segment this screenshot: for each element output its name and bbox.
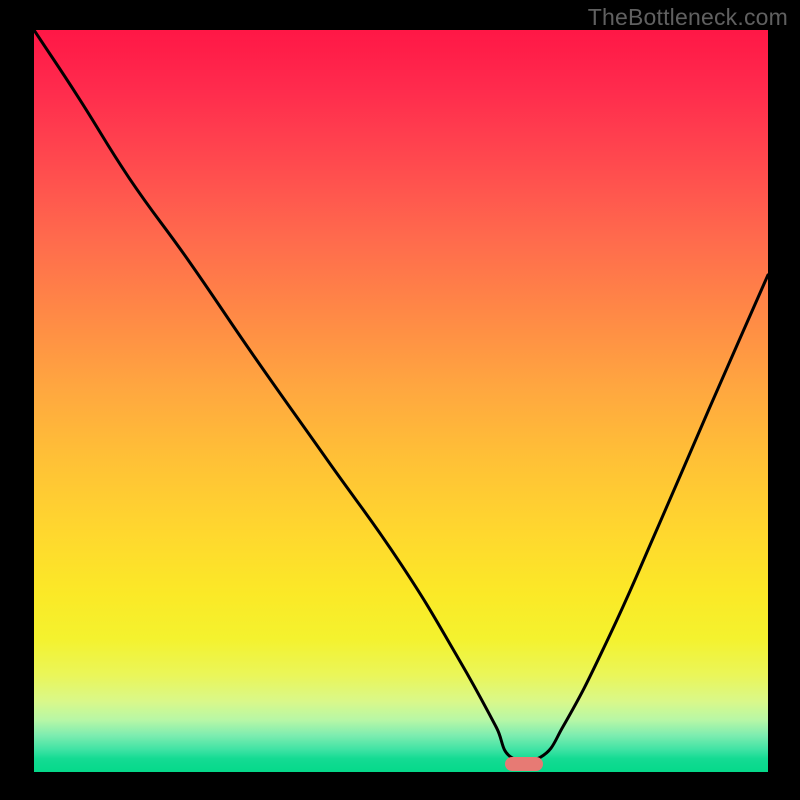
chart-stage: TheBottleneck.com xyxy=(0,0,800,800)
watermark-text: TheBottleneck.com xyxy=(588,4,788,31)
optimum-marker xyxy=(505,757,543,771)
plot-area xyxy=(34,30,768,772)
bottleneck-curve-path xyxy=(34,30,768,762)
curve-layer xyxy=(34,30,768,772)
